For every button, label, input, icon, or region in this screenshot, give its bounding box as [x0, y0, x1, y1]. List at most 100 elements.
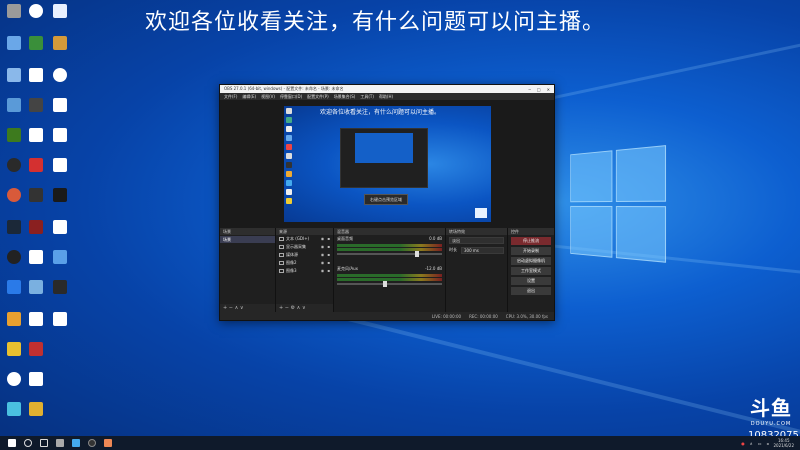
task-view-icon[interactable]	[40, 439, 48, 447]
desktop-icon[interactable]	[50, 188, 70, 202]
settings-button[interactable]: 设置	[511, 277, 551, 285]
source-item[interactable]: 图像3 ◉ ▪	[276, 267, 333, 275]
add-icon[interactable]: +	[223, 305, 227, 311]
volume-icon[interactable]: ◂	[766, 441, 768, 446]
lock-icon[interactable]: ▪	[327, 235, 330, 243]
lock-icon[interactable]: ▪	[327, 259, 330, 267]
maximize-icon[interactable]: □	[537, 87, 541, 92]
menu-item[interactable]: 文件(F)	[224, 94, 237, 100]
taskbar-app-icon[interactable]	[56, 439, 64, 447]
down-icon[interactable]: ∨	[302, 305, 306, 311]
desktop-icon[interactable]	[50, 4, 70, 18]
eye-icon[interactable]: ◉	[321, 267, 325, 275]
duration-input[interactable]: 300 ms	[461, 247, 504, 254]
source-item[interactable]: 显示器采集 ◉ ▪	[276, 243, 333, 251]
up-icon[interactable]: ∧	[297, 305, 301, 311]
stop-streaming-button[interactable]: 停止推流	[511, 237, 551, 245]
desktop-icon[interactable]	[50, 36, 70, 50]
desktop-icon[interactable]	[4, 220, 24, 234]
eye-icon[interactable]: ◉	[321, 251, 325, 259]
preview-banner: 欢迎各位收看关注，有什么问题可以问主播。	[320, 109, 441, 116]
obs-taskbar-icon[interactable]	[88, 439, 96, 447]
chevron-up-icon[interactable]: ∧	[750, 441, 753, 446]
lock-icon[interactable]: ▪	[327, 267, 330, 275]
close-icon[interactable]: ✕	[547, 87, 550, 92]
desktop-icon[interactable]	[26, 312, 46, 326]
desktop-icon[interactable]	[50, 250, 70, 264]
menu-item[interactable]: 编辑(E)	[242, 94, 256, 100]
desktop-icon[interactable]	[4, 402, 24, 416]
lock-icon[interactable]: ▪	[327, 251, 330, 259]
desktop-icon[interactable]	[26, 188, 46, 202]
desktop-icon[interactable]	[26, 280, 46, 294]
studio-mode-button[interactable]: 工作室模式	[511, 267, 551, 275]
desktop-icon[interactable]	[4, 280, 24, 294]
volume-slider[interactable]	[337, 281, 442, 287]
minimize-icon[interactable]: ─	[528, 87, 530, 92]
lock-icon[interactable]: ▪	[327, 243, 330, 251]
desktop-icon[interactable]	[50, 68, 70, 82]
desktop-icon[interactable]	[26, 158, 46, 172]
menu-item[interactable]: 场景集合(S)	[334, 94, 356, 100]
desktop-icon[interactable]	[26, 68, 46, 82]
down-icon[interactable]: ∨	[240, 305, 244, 311]
add-icon[interactable]: +	[279, 305, 283, 311]
desktop-icon[interactable]	[26, 4, 46, 18]
obs-title-bar[interactable]: OBS 27.0.1 (64-bit, windows) - 配置文件: 未命名…	[220, 85, 554, 93]
menu-item[interactable]: 帮助(H)	[379, 94, 393, 100]
source-item[interactable]: 文本 (GDI+) ◉ ▪	[276, 235, 333, 243]
transition-select[interactable]: 淡出	[449, 237, 504, 244]
menu-item[interactable]: 工具(T)	[360, 94, 374, 100]
desktop-icon[interactable]	[26, 372, 46, 386]
desktop-icon[interactable]	[4, 250, 24, 264]
desktop-icon[interactable]	[50, 158, 70, 172]
search-icon[interactable]	[24, 439, 32, 447]
eye-icon[interactable]: ◉	[321, 243, 325, 251]
eye-icon[interactable]: ◉	[321, 235, 325, 243]
start-icon[interactable]	[8, 439, 16, 447]
menu-item[interactable]: 视图(V)	[261, 94, 275, 100]
desktop-icon[interactable]	[4, 68, 24, 82]
exit-button[interactable]: 退出	[511, 287, 551, 295]
taskbar-app-icon[interactable]	[72, 439, 80, 447]
up-icon[interactable]: ∧	[235, 305, 239, 311]
source-item[interactable]: 媒体源 ◉ ▪	[276, 251, 333, 259]
gear-icon[interactable]: ⚙	[291, 305, 295, 311]
desktop-icon[interactable]	[4, 36, 24, 50]
menu-item[interactable]: 停靠窗口(D)	[280, 94, 302, 100]
network-icon[interactable]: ▭	[758, 441, 762, 446]
taskbar-app-icon[interactable]	[104, 439, 112, 447]
desktop-icon[interactable]	[26, 128, 46, 142]
tray-icon[interactable]: ●	[741, 441, 745, 446]
desktop-icon[interactable]	[4, 4, 24, 18]
menu-item[interactable]: 配置文件(P)	[307, 94, 329, 100]
desktop-icon[interactable]	[26, 250, 46, 264]
desktop-icon[interactable]	[50, 312, 70, 326]
remove-icon[interactable]: −	[229, 305, 233, 311]
eye-icon[interactable]: ◉	[321, 259, 325, 267]
desktop-icon[interactable]	[50, 220, 70, 234]
desktop-icon[interactable]	[26, 342, 46, 356]
desktop-icon[interactable]	[4, 128, 24, 142]
source-item[interactable]: 图像2 ◉ ▪	[276, 259, 333, 267]
desktop-icon[interactable]	[4, 372, 24, 386]
desktop-icon[interactable]	[26, 98, 46, 112]
start-recording-button[interactable]: 开始录制	[511, 247, 551, 255]
desktop-icon[interactable]	[4, 98, 24, 112]
desktop-icon[interactable]	[4, 158, 24, 172]
desktop-icon[interactable]	[4, 312, 24, 326]
desktop-icon[interactable]	[50, 280, 70, 294]
desktop-icon[interactable]	[4, 342, 24, 356]
desktop-icon[interactable]	[26, 402, 46, 416]
desktop-icon[interactable]	[4, 188, 24, 202]
desktop-icon[interactable]	[50, 98, 70, 112]
clock[interactable]: 16:45 2021/6/22	[773, 438, 794, 448]
scene-item[interactable]: 场景	[220, 236, 275, 243]
stream-preview[interactable]: 欢迎各位收看关注，有什么问题可以问主播。 右键点击预览区域	[284, 106, 491, 222]
desktop-icon[interactable]	[26, 36, 46, 50]
remove-icon[interactable]: −	[285, 305, 289, 311]
desktop-icon[interactable]	[50, 128, 70, 142]
volume-slider[interactable]	[337, 251, 442, 257]
virtual-camera-button[interactable]: 启动虚拟摄像机	[511, 257, 551, 265]
desktop-icon[interactable]	[26, 220, 46, 234]
